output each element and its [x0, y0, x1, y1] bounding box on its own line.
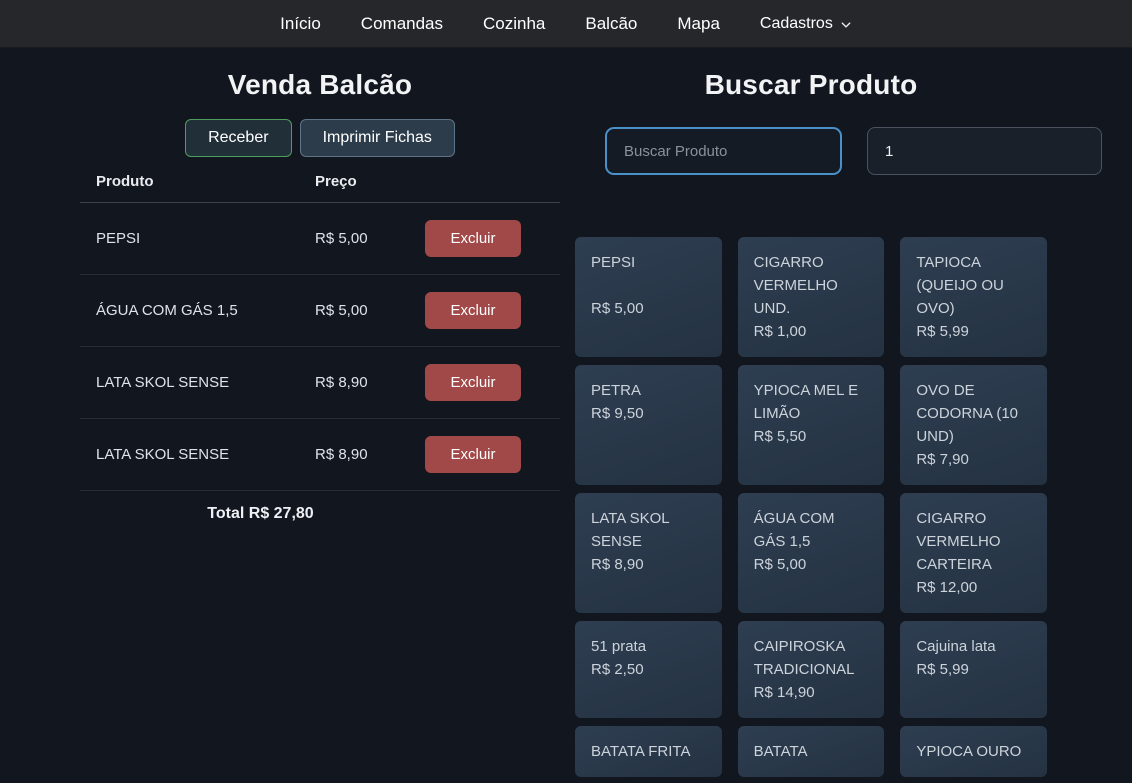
product-card[interactable]: CIGARRO VERMELHO UND. R$ 1,00: [738, 237, 885, 357]
product-name: PETRA: [591, 379, 706, 402]
product-name: CIGARRO VERMELHO UND.: [754, 251, 869, 320]
product-price: R$ 1,00: [754, 320, 869, 343]
product-card[interactable]: BATATA FRITA: [575, 726, 722, 777]
cart-total: Total R$ 27,80: [80, 491, 425, 524]
product-price: R$ 8,90: [591, 553, 706, 576]
product-card[interactable]: CIGARRO VERMELHO CARTEIRA R$ 12,00: [900, 493, 1047, 613]
product-price: R$ 2,50: [591, 658, 706, 681]
search-controls: [605, 127, 1016, 175]
excluir-button[interactable]: Excluir: [425, 364, 521, 401]
top-nav: Início Comandas Cozinha Balcão Mapa Cada…: [0, 0, 1132, 48]
product-grid: PEPSI R$ 5,00 CIGARRO VERMELHO UND. R$ 1…: [575, 237, 1047, 777]
product-name: Cajuina lata: [916, 635, 1031, 658]
product-name: LATA SKOL SENSE: [591, 507, 706, 553]
product-name: PEPSI: [591, 251, 706, 297]
excluir-button[interactable]: Excluir: [425, 436, 521, 473]
nav-item-cozinha[interactable]: Cozinha: [483, 14, 545, 34]
nav-item-balcao[interactable]: Balcão: [585, 14, 637, 34]
table-row: ÁGUA COM GÁS 1,5 R$ 5,00 Excluir: [80, 275, 560, 347]
product-name: OVO DE CODORNA (10 UND): [916, 379, 1031, 448]
table-row: LATA SKOL SENSE R$ 8,90 Excluir: [80, 419, 560, 491]
buscar-produto-panel: Buscar Produto PEPSI R$ 5,00 CIGARRO VER…: [575, 48, 1047, 777]
cart-item-name: PEPSI: [80, 203, 315, 275]
product-card[interactable]: CAIPIROSKA TRADICIONAL R$ 14,90: [738, 621, 885, 718]
venda-balcao-panel: Venda Balcão Receber Imprimir Fichas Pro…: [80, 48, 560, 777]
main-content: Venda Balcão Receber Imprimir Fichas Pro…: [0, 48, 1132, 777]
product-price: R$ 5,99: [916, 658, 1031, 681]
product-price: R$ 5,00: [754, 553, 869, 576]
product-card[interactable]: LATA SKOL SENSE R$ 8,90: [575, 493, 722, 613]
product-name: 51 prata: [591, 635, 706, 658]
search-input[interactable]: [605, 127, 842, 175]
product-price: R$ 5,50: [754, 425, 869, 448]
product-card[interactable]: 51 prata R$ 2,50: [575, 621, 722, 718]
cart-item-price: R$ 8,90: [315, 419, 425, 491]
imprimir-fichas-button[interactable]: Imprimir Fichas: [300, 119, 455, 157]
product-card[interactable]: OVO DE CODORNA (10 UND) R$ 7,90: [900, 365, 1047, 485]
product-name: ÁGUA COM GÁS 1,5: [754, 507, 869, 553]
cart-rows: PEPSI R$ 5,00 Excluir ÁGUA COM GÁS 1,5 R…: [80, 203, 560, 491]
cart-item-name: LATA SKOL SENSE: [80, 347, 315, 419]
product-name: YPIOCA OURO: [916, 740, 1031, 763]
product-price: R$ 14,90: [754, 681, 869, 704]
venda-balcao-title: Venda Balcão: [80, 69, 560, 101]
excluir-button[interactable]: Excluir: [425, 292, 521, 329]
nav-dropdown-cadastros[interactable]: Cadastros: [760, 15, 852, 33]
product-card[interactable]: ÁGUA COM GÁS 1,5 R$ 5,00: [738, 493, 885, 613]
cart-item-name: ÁGUA COM GÁS 1,5: [80, 275, 315, 347]
product-name: BATATA FRITA: [591, 740, 706, 763]
nav-item-comandas[interactable]: Comandas: [361, 14, 443, 34]
nav-dropdown-cadastros-label: Cadastros: [760, 15, 833, 33]
cart-header-actions: [425, 173, 560, 203]
buscar-produto-title: Buscar Produto: [575, 69, 1047, 101]
product-price: R$ 12,00: [916, 576, 1031, 599]
product-name: YPIOCA MEL E LIMÃO: [754, 379, 869, 425]
product-card[interactable]: PEPSI R$ 5,00: [575, 237, 722, 357]
product-price: R$ 5,00: [591, 297, 706, 320]
cart-table: Produto Preço PEPSI R$ 5,00 Excluir: [80, 173, 560, 523]
product-name: BATATA: [754, 740, 869, 763]
cart-header-preco: Preço: [315, 173, 425, 203]
product-price: R$ 9,50: [591, 402, 706, 425]
product-card[interactable]: YPIOCA OURO: [900, 726, 1047, 777]
product-card[interactable]: YPIOCA MEL E LIMÃO R$ 5,50: [738, 365, 885, 485]
quantity-input[interactable]: [867, 127, 1102, 175]
cart-item-name: LATA SKOL SENSE: [80, 419, 315, 491]
cart-item-price: R$ 5,00: [315, 203, 425, 275]
product-price: R$ 7,90: [916, 448, 1031, 471]
cart-header-produto: Produto: [80, 173, 315, 203]
product-name: TAPIOCA (QUEIJO OU OVO): [916, 251, 1031, 320]
cart-item-price: R$ 8,90: [315, 347, 425, 419]
product-card[interactable]: PETRA R$ 9,50: [575, 365, 722, 485]
table-row: PEPSI R$ 5,00 Excluir: [80, 203, 560, 275]
nav-item-inicio[interactable]: Início: [280, 14, 321, 34]
product-card[interactable]: TAPIOCA (QUEIJO OU OVO) R$ 5,99: [900, 237, 1047, 357]
nav-item-mapa[interactable]: Mapa: [677, 14, 720, 34]
excluir-button[interactable]: Excluir: [425, 220, 521, 257]
product-name: CAIPIROSKA TRADICIONAL: [754, 635, 869, 681]
sale-actions: Receber Imprimir Fichas: [80, 119, 560, 157]
chevron-down-icon: [840, 17, 852, 31]
table-row: LATA SKOL SENSE R$ 8,90 Excluir: [80, 347, 560, 419]
product-card[interactable]: Cajuina lata R$ 5,99: [900, 621, 1047, 718]
product-name: CIGARRO VERMELHO CARTEIRA: [916, 507, 1031, 576]
product-card[interactable]: BATATA: [738, 726, 885, 777]
cart-item-price: R$ 5,00: [315, 275, 425, 347]
product-price: R$ 5,99: [916, 320, 1031, 343]
receber-button[interactable]: Receber: [185, 119, 291, 157]
